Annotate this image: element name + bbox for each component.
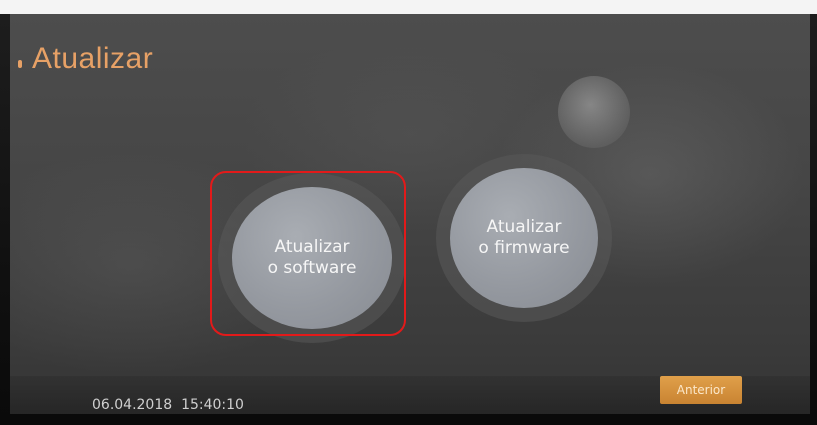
touch-screen: Atualizar Atualizar o software Atualizar… (10, 14, 810, 422)
update-software-label: Atualizar o software (268, 237, 357, 279)
update-firmware-button[interactable]: Atualizar o firmware (436, 154, 612, 322)
back-indicator-icon (18, 60, 22, 68)
page-title: Atualizar (32, 42, 154, 75)
update-firmware-label-line1: Atualizar (486, 217, 562, 237)
date-text: 06.04.2018 (92, 397, 173, 413)
previous-button[interactable]: Anterior (660, 376, 742, 404)
device-frame: Atualizar Atualizar o software Atualizar… (0, 0, 817, 425)
date-time-display: 06.04.2018 15:40:10 (92, 397, 244, 413)
bottom-bezel (0, 414, 817, 425)
update-software-button[interactable]: Atualizar o software (218, 173, 406, 343)
reflection-glare (558, 76, 630, 148)
update-software-label-line1: Atualizar (274, 237, 350, 257)
time-text: 15:40:10 (181, 397, 244, 413)
top-bezel (0, 0, 817, 14)
update-firmware-label-line2: o firmware (478, 238, 570, 258)
update-firmware-label: Atualizar o firmware (478, 217, 569, 259)
update-software-label-line2: o software (267, 258, 357, 278)
